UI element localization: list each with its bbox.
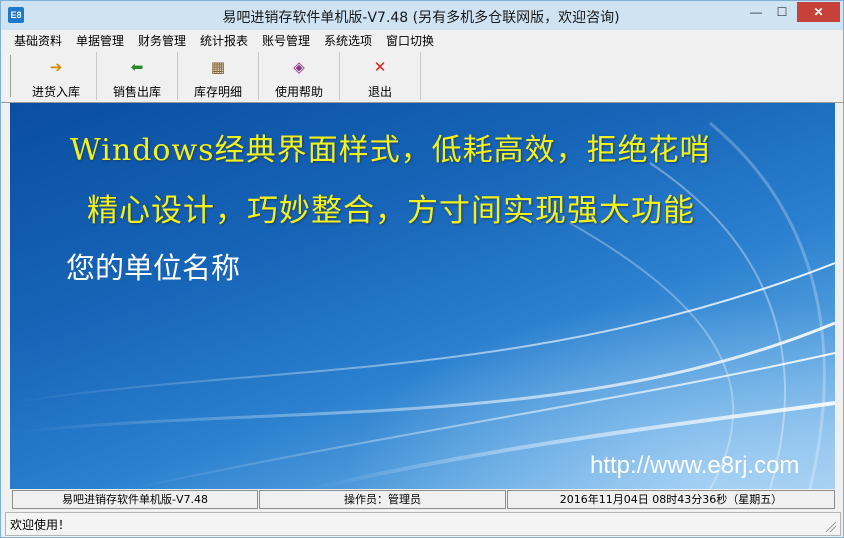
window-title: 易吧进销存软件单机版-V7.48 (另有多机多仓联网版，欢迎咨询) [222,10,620,26]
menu-window-switch[interactable]: 窗口切换 [386,32,434,49]
help-label: 使用帮助 [274,85,323,99]
company-name: 您的单位名称 [66,251,241,285]
maximize-button[interactable]: ☐ [769,2,795,22]
info-status-bar: 易吧进销存软件单机版-V7.48 操作员：管理员 2016年11月04日 08时… [10,489,835,509]
status-message: 欢迎使用！ [10,518,71,532]
menu-reports[interactable]: 统计报表 [200,32,248,49]
help-book-icon: ◈ [293,58,305,76]
inventory-icon: ▦ [210,58,226,76]
inbound-arrow-icon: ➔ [49,58,63,76]
menu-accounts[interactable]: 账号管理 [262,32,310,49]
exit-button[interactable]: ✕ 退出 [340,52,421,100]
toolbar-grip[interactable] [6,55,11,97]
outbound-label: 销售出库 [112,85,161,99]
inventory-button[interactable]: ▦ 库存明细 [178,52,259,100]
title-bar[interactable]: E8 易吧进销存软件单机版-V7.48 (另有多机多仓联网版，欢迎咨询) — ☐… [1,1,843,30]
toolbar: ➔ 进货入库 ⬅ 销售出库 ▦ 库存明细 ◈ 使用帮助 ✕ 退出 [1,50,843,103]
resize-grip-icon[interactable] [824,520,836,532]
help-button[interactable]: ◈ 使用帮助 [259,52,340,100]
status-datetime: 2016年11月04日 08时43分36秒（星期五） [507,490,835,509]
menu-system-options[interactable]: 系统选项 [324,32,372,49]
minimize-button[interactable]: — [743,2,769,22]
status-operator: 操作员：管理员 [259,490,506,509]
menu-basic-data[interactable]: 基础资料 [14,32,62,49]
app-window: E8 易吧进销存软件单机版-V7.48 (另有多机多仓联网版，欢迎咨询) — ☐… [0,0,844,538]
message-status-bar: 欢迎使用！ [5,512,841,536]
status-app-version: 易吧进销存软件单机版-V7.48 [12,490,258,509]
app-logo-icon: E8 [8,7,24,23]
outbound-arrow-icon: ⬅ [130,58,144,76]
slogan-line-2: 精心设计，巧妙整合，方寸间实现强大功能 [87,193,695,229]
website-url[interactable]: http://www.e8rj.com [590,452,799,480]
menu-bar: 基础资料 单据管理 财务管理 统计报表 账号管理 系统选项 窗口切换 [1,30,843,51]
inventory-label: 库存明细 [193,85,242,99]
exit-label: 退出 [367,85,392,99]
slogan-line-1: Windows经典界面样式，低耗高效，拒绝花哨 [70,133,711,168]
inbound-label: 进货入库 [31,85,80,99]
welcome-banner: Windows经典界面样式，低耗高效，拒绝花哨 精心设计，巧妙整合，方寸间实现强… [10,103,835,489]
close-button[interactable]: ✕ [797,2,840,22]
exit-x-icon: ✕ [373,58,387,76]
menu-documents[interactable]: 单据管理 [76,32,124,49]
inbound-button[interactable]: ➔ 进货入库 [16,52,97,100]
outbound-button[interactable]: ⬅ 销售出库 [97,52,178,100]
menu-finance[interactable]: 财务管理 [138,32,186,49]
